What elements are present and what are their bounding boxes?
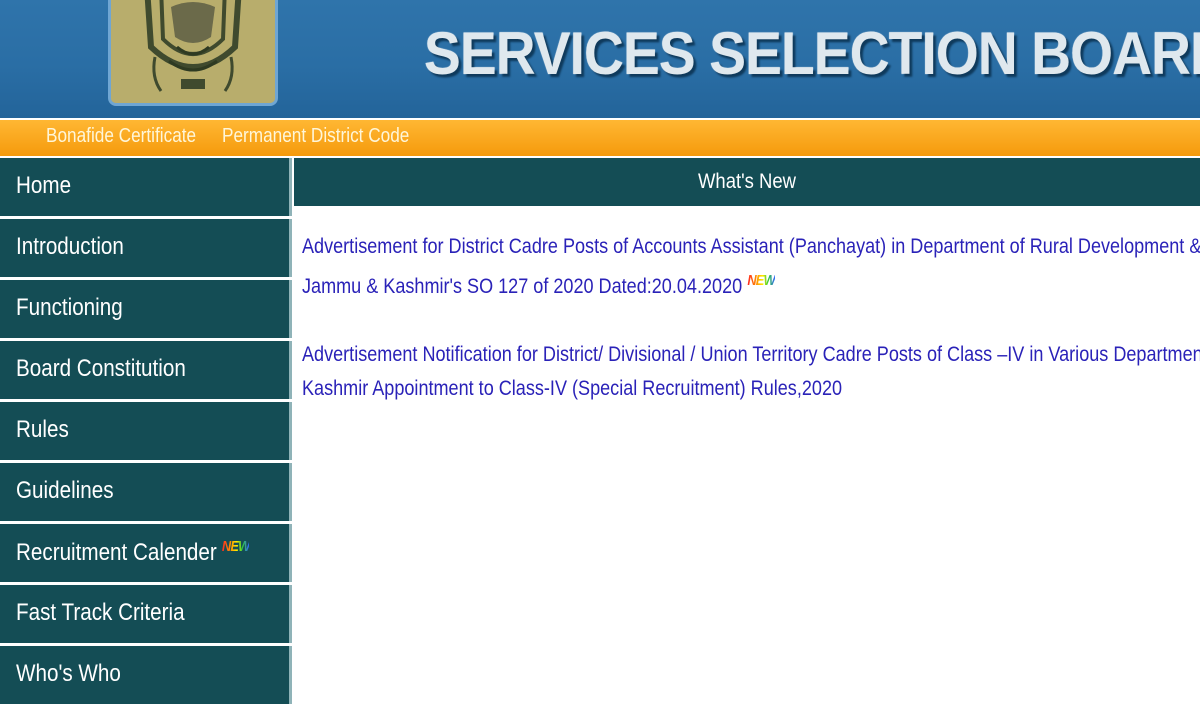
site-title: SERVICES SELECTION BOARD (424, 20, 1200, 87)
permanent-district-code-link[interactable]: Permanent District Code (222, 125, 409, 148)
new-badge-icon: NEW (221, 538, 250, 555)
main-content: What's New Advertisement for District Ca… (294, 158, 1200, 675)
sidebar-item-home[interactable]: Home (0, 158, 292, 216)
whats-new-header: What's New (294, 158, 1200, 206)
sidebar-nav: Home Introduction Functioning Board Cons… (0, 158, 292, 704)
sidebar-item-board-constitution[interactable]: Board Constitution (0, 341, 292, 399)
sidebar-item-functioning[interactable]: Functioning (0, 280, 292, 338)
sidebar-item-label: Fast Track Criteria (16, 599, 185, 626)
news-list: Advertisement for District Cadre Posts o… (302, 230, 1200, 440)
sidebar-item-label: Board Constitution (16, 355, 186, 382)
sidebar-item-label: Functioning (16, 294, 123, 321)
news-link-line[interactable]: Jammu & Kashmir's SO 127 of 2020 Dated:2… (302, 264, 1162, 304)
top-link-bar: Bonafide Certificate Permanent District … (0, 118, 1200, 156)
section-title: What's New (697, 170, 797, 193)
news-link-text: Jammu & Kashmir's SO 127 of 2020 Dated:2… (302, 275, 743, 298)
bonafide-certificate-link[interactable]: Bonafide Certificate (46, 125, 196, 148)
news-link-line[interactable]: Kashmir Appointment to Class-IV (Special… (302, 372, 1162, 406)
site-header: SERVICES SELECTION BOARD (0, 0, 1200, 118)
sidebar-item-whos-who[interactable]: Who's Who (0, 646, 292, 704)
news-link-line[interactable]: Advertisement Notification for District/… (302, 338, 1200, 372)
state-emblem-icon[interactable] (108, 0, 278, 106)
sidebar-item-label: Rules (16, 416, 69, 443)
sidebar-item-introduction[interactable]: Introduction (0, 219, 292, 277)
news-link-line[interactable]: Advertisement for District Cadre Posts o… (302, 230, 1200, 264)
sidebar-item-label: Home (16, 172, 72, 199)
sidebar-item-fast-track-criteria[interactable]: Fast Track Criteria (0, 585, 292, 643)
sidebar-item-label: Who's Who (16, 660, 121, 687)
list-item[interactable]: Advertisement Notification for District/… (302, 338, 1200, 406)
sidebar-item-rules[interactable]: Rules (0, 402, 292, 460)
recruitment-calender-text: Recruitment Calender (16, 539, 217, 566)
new-badge-icon: NEW (747, 264, 775, 298)
sidebar-item-label: Introduction (16, 233, 124, 260)
sidebar-item-guidelines[interactable]: Guidelines (0, 463, 292, 521)
sidebar-item-label: Guidelines (16, 477, 114, 504)
list-item[interactable]: Advertisement for District Cadre Posts o… (302, 230, 1200, 304)
sidebar-item-label: Recruitment Calender NEW (16, 538, 250, 567)
sidebar-item-recruitment-calender[interactable]: Recruitment Calender NEW (0, 524, 292, 582)
